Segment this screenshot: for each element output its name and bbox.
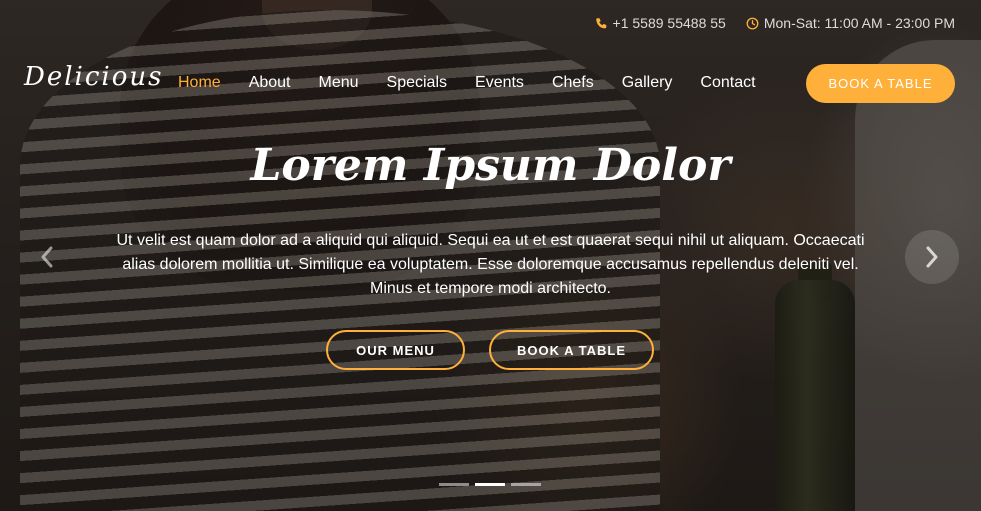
hero-section: +1 5589 55488 55 Mon-Sat: 11:00 AM - 23:…	[0, 0, 981, 511]
hours-info: Mon-Sat: 11:00 AM - 23:00 PM	[746, 15, 955, 31]
carousel-indicator[interactable]	[439, 483, 469, 486]
opening-hours: Mon-Sat: 11:00 AM - 23:00 PM	[763, 15, 955, 31]
phone-number[interactable]: +1 5589 55488 55	[613, 15, 726, 31]
carousel-next-button[interactable]	[905, 230, 959, 284]
chevron-left-icon	[41, 246, 53, 268]
hero-description: Ut velit est quam dolor ad a aliquid qui…	[116, 232, 865, 297]
chevron-right-icon	[926, 246, 938, 268]
our-menu-button[interactable]: OUR MENU	[326, 330, 465, 370]
carousel-indicator-active[interactable]	[475, 483, 505, 486]
clock-icon	[746, 17, 759, 29]
phone-icon	[595, 17, 606, 28]
nav-item-home[interactable]: Home	[178, 74, 221, 92]
nav-item-events[interactable]: Events	[475, 74, 524, 92]
hero-title: Lorem Ipsum Dolor	[250, 140, 731, 191]
main-nav: Home About Menu Specials Events Chefs Ga…	[178, 74, 756, 92]
nav-item-chefs[interactable]: Chefs	[552, 74, 594, 92]
nav-item-about[interactable]: About	[249, 74, 291, 92]
book-table-header-button[interactable]: BOOK A TABLE	[806, 64, 955, 103]
top-info-bar: +1 5589 55488 55 Mon-Sat: 11:00 AM - 23:…	[595, 15, 955, 31]
book-table-button[interactable]: BOOK A TABLE	[489, 330, 654, 370]
carousel-indicators	[439, 483, 541, 486]
nav-item-specials[interactable]: Specials	[387, 74, 447, 92]
phone-info: +1 5589 55488 55	[595, 15, 726, 31]
carousel-indicator[interactable]	[511, 483, 541, 486]
site-logo[interactable]: Delicious	[24, 62, 163, 92]
nav-item-gallery[interactable]: Gallery	[622, 74, 673, 92]
carousel-prev-button[interactable]	[20, 230, 74, 284]
nav-item-contact[interactable]: Contact	[700, 74, 755, 92]
nav-item-menu[interactable]: Menu	[319, 74, 359, 92]
